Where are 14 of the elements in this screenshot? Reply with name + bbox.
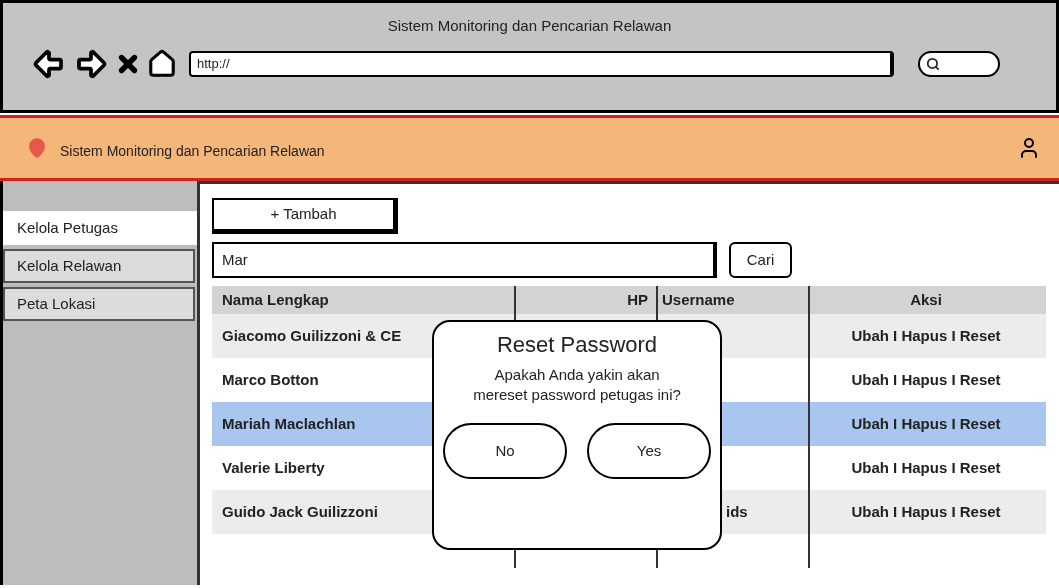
table-cell: Guido Jack Guilizzoni — [222, 502, 378, 520]
dialog-title: Reset Password — [496, 331, 658, 359]
column-header: Aksi — [909, 289, 943, 310]
column-header: HP — [626, 289, 649, 310]
dialog-message: Apakah Anda yakin akan mereset password petugas ini? — [472, 365, 682, 405]
table-cell: Marco Botton — [222, 370, 319, 388]
table-cell: Mariah Maclachlan — [222, 414, 356, 432]
window-title: Sistem Monitoring dan Pencarian Relawan — [387, 16, 672, 36]
table-cell: Giacomo Guilizzoni & CE — [222, 326, 402, 344]
table-cell: Valerie Liberty — [222, 458, 325, 476]
column-header: Nama Lengkap — [221, 289, 330, 310]
app-title: Sistem Monitoring dan Pencarian Relawan — [60, 141, 325, 161]
column-header: Username — [661, 289, 736, 310]
table-cell: ids — [726, 502, 748, 520]
